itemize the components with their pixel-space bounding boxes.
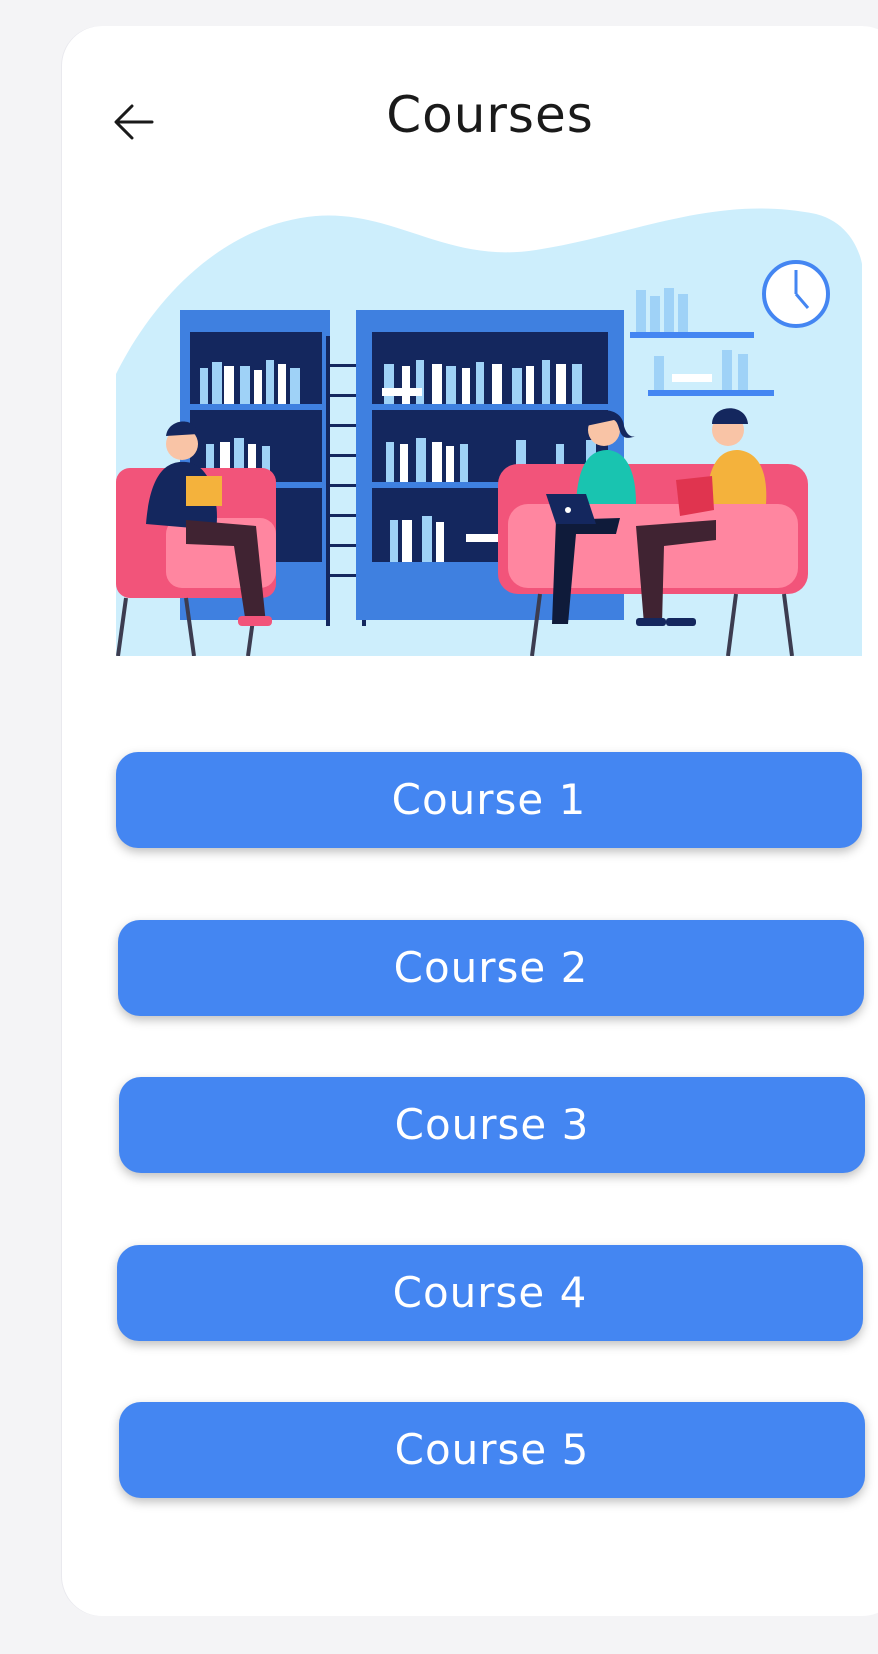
library-illustration	[116, 208, 862, 656]
course-4-button[interactable]: Course 4	[117, 1245, 863, 1341]
course-2-button[interactable]: Course 2	[118, 920, 864, 1016]
course-3-button[interactable]: Course 3	[119, 1077, 865, 1173]
course-1-button[interactable]: Course 1	[116, 752, 862, 848]
course-5-button[interactable]: Course 5	[119, 1402, 865, 1498]
page-title: Courses	[386, 86, 594, 144]
